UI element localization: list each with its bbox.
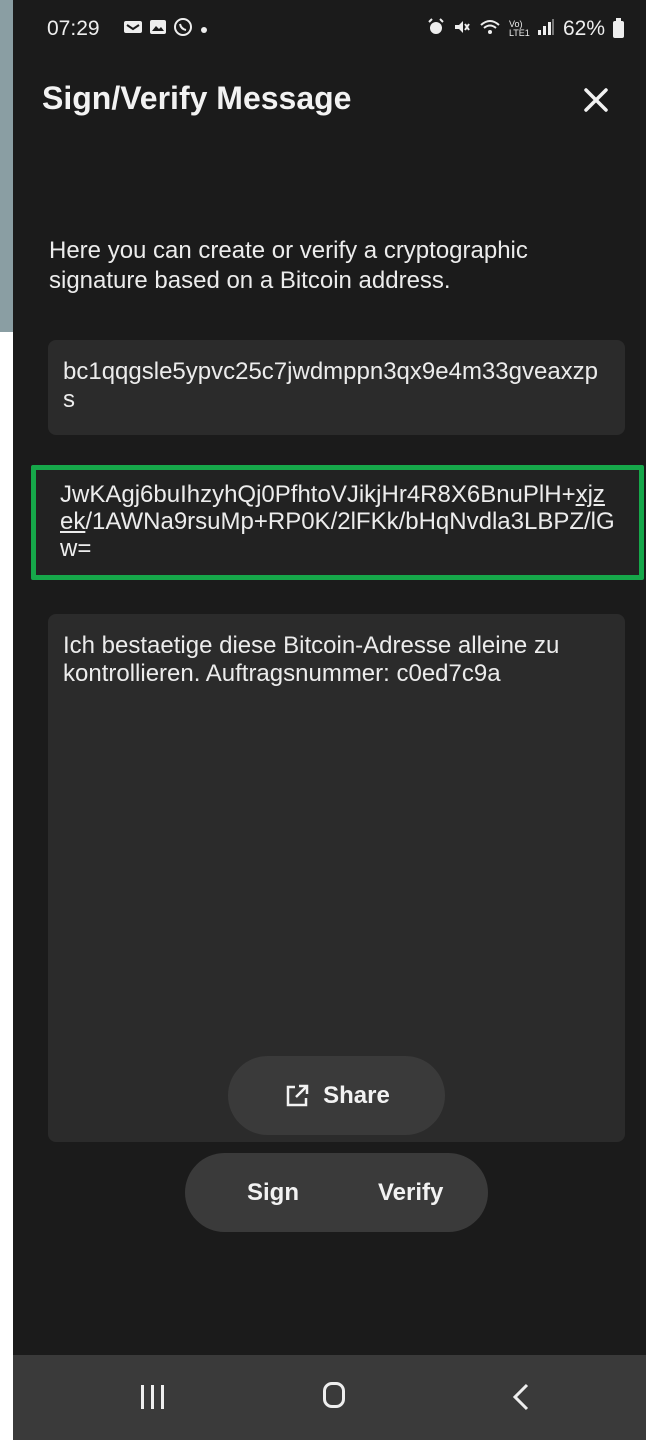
signature-field[interactable]: JwKAgj6buIhzyhQj0PfhtoVJikjHr4R8X6BnuPlH…	[31, 465, 644, 580]
back-icon[interactable]	[509, 1383, 537, 1411]
wifi-icon	[479, 18, 501, 41]
notification-icons	[123, 17, 209, 42]
message-value: Ich bestaetige diese Bitcoin-Adresse all…	[63, 632, 560, 687]
signature-value-part1: JwKAgj6buIhzyhQj0PfhtoVJikjHr4R8X6BnuPlH…	[60, 481, 576, 508]
sign-verify-bar: Sign Verify	[185, 1153, 488, 1232]
signal-icon	[537, 18, 555, 41]
page-title: Sign/Verify Message	[42, 80, 352, 116]
external-link-icon	[286, 1084, 309, 1106]
signature-value-part2: /1AWNa9rsuMp+RP0K/2lFKk/bHqNvdla3LBPZ/lG…	[60, 508, 615, 562]
description-text: Here you can create or verify a cryptogr…	[49, 237, 528, 294]
share-label: Share	[323, 1081, 390, 1109]
close-icon	[584, 88, 608, 112]
recents-icon[interactable]	[141, 1385, 167, 1409]
close-button[interactable]	[574, 78, 618, 122]
verify-button[interactable]: Verify	[378, 1179, 443, 1207]
image-icon	[149, 19, 167, 40]
mute-icon	[453, 18, 471, 41]
system-icons: Vo) LTE1 62%	[427, 17, 624, 41]
share-button[interactable]: Share	[228, 1056, 445, 1135]
network-label: Vo) LTE1	[508, 19, 530, 38]
alarm-icon	[427, 17, 445, 41]
battery-icon	[613, 17, 624, 38]
status-bar: 07:29 Vo) LTE1 62%	[13, 0, 646, 58]
phone-icon	[123, 19, 143, 40]
status-time: 07:29	[47, 17, 100, 40]
address-field[interactable]: bc1qqgsle5ypvc25c7jwdmppn3qx9e4m33gveaxz…	[48, 340, 625, 435]
dot-icon	[199, 19, 209, 40]
background-strip	[0, 0, 13, 332]
home-icon[interactable]	[323, 1382, 345, 1408]
battery-percent: 62%	[562, 17, 605, 40]
address-value: bc1qqgsle5ypvc25c7jwdmppn3qx9e4m33gveaxz…	[63, 358, 599, 413]
whatsapp-icon	[173, 17, 193, 42]
navigation-bar	[13, 1355, 646, 1440]
phone-screen: 07:29 Vo) LTE1 62% Sign/Verify Message H…	[13, 0, 646, 1440]
sign-button[interactable]: Sign	[247, 1179, 299, 1207]
